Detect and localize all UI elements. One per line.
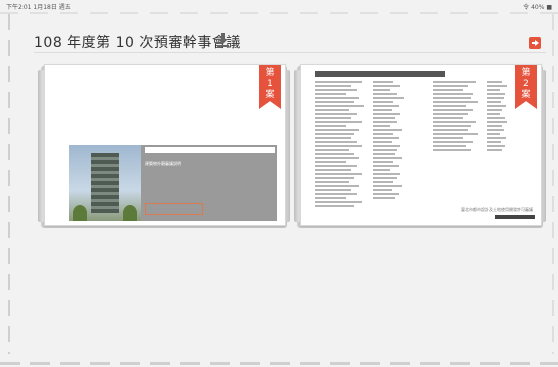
ribbon-char: 案 bbox=[265, 90, 275, 100]
building-image bbox=[91, 153, 119, 213]
document-footer-text: 臺北市都市設計及土地使用開發許可審議 bbox=[461, 207, 533, 212]
top-dashed-border bbox=[0, 12, 558, 14]
download-icon[interactable] bbox=[216, 32, 230, 48]
cover-box bbox=[145, 203, 203, 215]
cover-caption: 建築物外觀審議說明 bbox=[145, 161, 181, 166]
case-ribbon: 第 1 案 bbox=[259, 65, 281, 109]
cover-title-bar bbox=[145, 147, 275, 153]
status-battery: 令 40% ■ bbox=[523, 4, 552, 11]
bottom-dashed-border bbox=[0, 362, 558, 365]
book-pages: 臺北市都市設計及土地使用開發許可審議 第 2 案 bbox=[300, 64, 542, 226]
cover-band: 建築物外觀審議說明 bbox=[69, 145, 277, 221]
header-divider bbox=[34, 52, 546, 53]
book-pages: 建築物外觀審議說明 第 1 案 bbox=[44, 64, 286, 226]
case-ribbon: 第 2 案 bbox=[515, 65, 537, 109]
ribbon-char: 第 bbox=[265, 68, 275, 78]
ribbon-char: 案 bbox=[521, 90, 531, 100]
ribbon-number: 1 bbox=[267, 79, 273, 89]
status-time: 下午2:01 1月18日 週五 bbox=[6, 4, 71, 11]
ribbon-number: 2 bbox=[523, 79, 529, 89]
building-photo bbox=[69, 145, 141, 221]
exit-icon[interactable] bbox=[529, 34, 541, 49]
text-column bbox=[315, 81, 367, 209]
document-header-bar bbox=[315, 71, 445, 77]
text-column bbox=[373, 81, 407, 201]
text-column bbox=[433, 81, 483, 153]
left-dashed-border bbox=[8, 14, 10, 354]
right-dashed-border bbox=[552, 14, 554, 354]
tree-image bbox=[73, 205, 87, 221]
page-title: 108 年度第 10 次預審幹事會議 bbox=[34, 35, 241, 51]
book-case-1[interactable]: 建築物外觀審議說明 第 1 案 bbox=[38, 64, 290, 228]
tree-image bbox=[123, 205, 137, 221]
text-column bbox=[487, 81, 509, 153]
book-case-2[interactable]: 臺北市都市設計及土地使用開發許可審議 第 2 案 bbox=[294, 64, 546, 228]
ribbon-char: 第 bbox=[521, 68, 531, 78]
document-footer-bar bbox=[495, 215, 535, 219]
